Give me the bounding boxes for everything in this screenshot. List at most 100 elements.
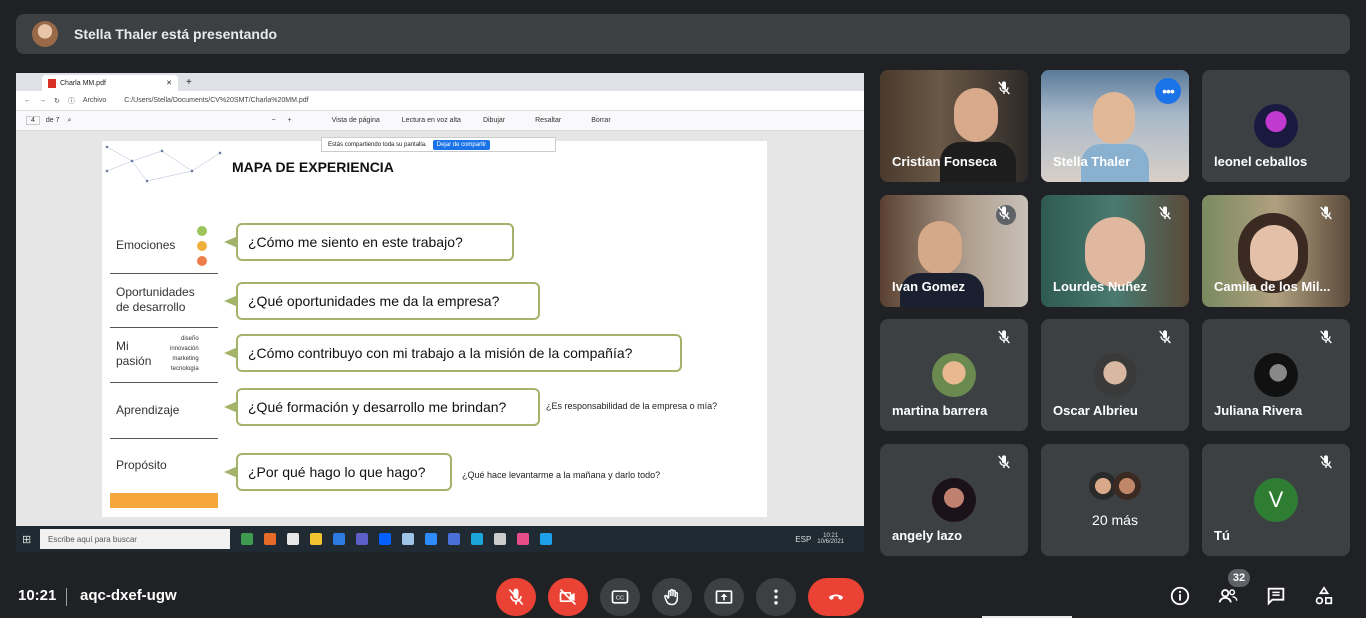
row-label-passion: Mi pasión	[116, 339, 152, 368]
happy-face-icon	[197, 226, 207, 236]
erase-button[interactable]: Borrar	[591, 117, 610, 124]
participant-tile[interactable]: Cristian Fonseca	[880, 70, 1028, 182]
store-icon[interactable]	[287, 533, 299, 545]
taskbar-lang[interactable]: ESP	[795, 535, 811, 544]
present-icon	[715, 590, 733, 604]
row-label-learning: Aprendizaje	[116, 403, 180, 417]
participant-tile[interactable]: Juliana Rivera	[1202, 319, 1350, 431]
participant-tile[interactable]: Ivan Gomez	[880, 195, 1028, 307]
participant-face	[954, 88, 998, 142]
participant-name: Lourdes Nuñez	[1053, 279, 1147, 294]
zoom-out-icon[interactable]: −	[271, 117, 275, 124]
forward-icon[interactable]: →	[39, 97, 46, 104]
participant-avatar	[1254, 353, 1298, 397]
mail-icon[interactable]	[540, 533, 552, 545]
search-icon[interactable]: ⌕	[68, 117, 72, 125]
windows-taskbar: ⊞ Escribe aquí para buscar ESP 10:21 10/…	[16, 526, 864, 552]
chat-button[interactable]	[1264, 584, 1288, 608]
photos-icon[interactable]	[517, 533, 529, 545]
page-view-button[interactable]: Vista de página	[332, 117, 380, 124]
people-button[interactable]	[1216, 584, 1240, 608]
close-tab-icon[interactable]: ✕	[166, 79, 172, 87]
participant-tile[interactable]: ••• Stella Thaler	[1041, 70, 1189, 182]
back-icon[interactable]: ←	[24, 97, 31, 104]
edge-icon[interactable]	[471, 533, 483, 545]
mic-off-icon	[1318, 454, 1338, 474]
browser-tab[interactable]: Charla MM.pdf ✕	[42, 75, 178, 91]
calendar-icon[interactable]	[448, 533, 460, 545]
participant-face	[1085, 217, 1145, 287]
new-tab-icon[interactable]: +	[186, 77, 192, 88]
divider	[110, 382, 218, 383]
address-prefix: Archivo	[82, 97, 107, 104]
meeting-time: 10:21	[18, 587, 57, 604]
teams-icon[interactable]	[356, 533, 368, 545]
app-icon[interactable]	[402, 533, 414, 545]
read-aloud-button[interactable]: Lectura en voz alta	[402, 117, 461, 124]
app-icon[interactable]	[494, 533, 506, 545]
windows-start-icon[interactable]: ⊞	[22, 533, 31, 546]
mic-off-icon	[996, 80, 1016, 100]
firefox-icon[interactable]	[264, 533, 276, 545]
more-vert-icon	[774, 589, 778, 605]
note-learning: ¿Es responsabilidad de la empresa o mía?	[546, 401, 718, 411]
folder-icon[interactable]	[310, 533, 322, 545]
more-participants-tile[interactable]: 20 más	[1041, 444, 1189, 556]
dropbox-icon[interactable]	[379, 533, 391, 545]
camera-toggle-button[interactable]	[548, 578, 588, 616]
reload-icon[interactable]: ↻	[54, 97, 60, 105]
more-options-icon[interactable]: •••	[1155, 78, 1181, 104]
zoom-in-icon[interactable]: +	[288, 117, 292, 124]
highlight-button[interactable]: Resaltar	[535, 117, 561, 124]
participant-tile[interactable]: angely lazo	[880, 444, 1028, 556]
participant-tile[interactable]: leonel ceballos	[1202, 70, 1350, 182]
captions-button[interactable]: CC	[600, 578, 640, 616]
address-bar[interactable]: ← → ↻ ⓘ Archivo C:/Users/Stella/Document…	[16, 91, 864, 111]
participant-tile[interactable]: martina barrera	[880, 319, 1028, 431]
passion-tag: tecnología	[170, 366, 199, 372]
more-options-button[interactable]	[756, 578, 796, 616]
activities-icon	[1315, 586, 1333, 605]
mic-off-icon	[508, 588, 524, 606]
address-url[interactable]: C:/Users/Stella/Documents/CV%20SMT/Charl…	[124, 97, 308, 104]
browser-tab-title: Charla MM.pdf	[60, 79, 106, 87]
mic-off-icon	[1157, 329, 1177, 349]
camera-off-icon	[559, 588, 577, 606]
pdf-view: MAPA DE EXPERIENCIA Emociones Oportunida…	[16, 131, 864, 526]
row-label-opportunities: Oportunidades de desarrollo	[116, 285, 195, 314]
mic-toggle-button[interactable]	[496, 578, 536, 616]
hand-icon	[664, 588, 679, 606]
presenter-avatar	[32, 21, 58, 47]
slide-page: MAPA DE EXPERIENCIA Emociones Oportunida…	[102, 141, 767, 517]
participant-tile[interactable]: Camila de los Mil...	[1202, 195, 1350, 307]
self-avatar: V	[1254, 478, 1298, 522]
zoom-icon[interactable]	[425, 533, 437, 545]
draw-button[interactable]: Dibujar	[483, 117, 505, 124]
browser-tabbar: Charla MM.pdf ✕ +	[16, 73, 864, 91]
divider	[110, 438, 218, 439]
note-purpose: ¿Qué hace levantarme a la mañana y darlo…	[462, 470, 661, 480]
meeting-details-button[interactable]	[1168, 584, 1192, 608]
participant-tile[interactable]: Oscar Albrieu	[1041, 319, 1189, 431]
activities-button[interactable]	[1312, 584, 1336, 608]
question-bubble-opportunities: ¿Qué oportunidades me da la empresa?	[236, 282, 540, 320]
pdf-icon	[48, 78, 56, 88]
raise-hand-button[interactable]	[652, 578, 692, 616]
participant-name: leonel ceballos	[1214, 154, 1308, 169]
participant-avatar	[932, 353, 976, 397]
app-icon[interactable]	[241, 533, 253, 545]
question-bubble-emotions: ¿Cómo me siento en este trabajo?	[236, 223, 514, 261]
participant-face	[1093, 92, 1135, 144]
taskbar-search[interactable]: Escribe aquí para buscar	[40, 529, 230, 549]
taskbar-clock[interactable]: 10:21 10/6/2021	[817, 533, 844, 545]
stop-sharing-button[interactable]: Dejar de compartir	[432, 139, 491, 150]
self-tile[interactable]: V Tú	[1202, 444, 1350, 556]
participant-avatar	[932, 478, 976, 522]
present-button[interactable]	[704, 578, 744, 616]
info-icon	[1170, 586, 1190, 606]
separator	[66, 588, 67, 606]
leave-call-button[interactable]	[808, 578, 864, 616]
app-icon[interactable]	[333, 533, 345, 545]
page-number-input[interactable]: 4	[26, 116, 40, 125]
participant-tile[interactable]: Lourdes Nuñez	[1041, 195, 1189, 307]
